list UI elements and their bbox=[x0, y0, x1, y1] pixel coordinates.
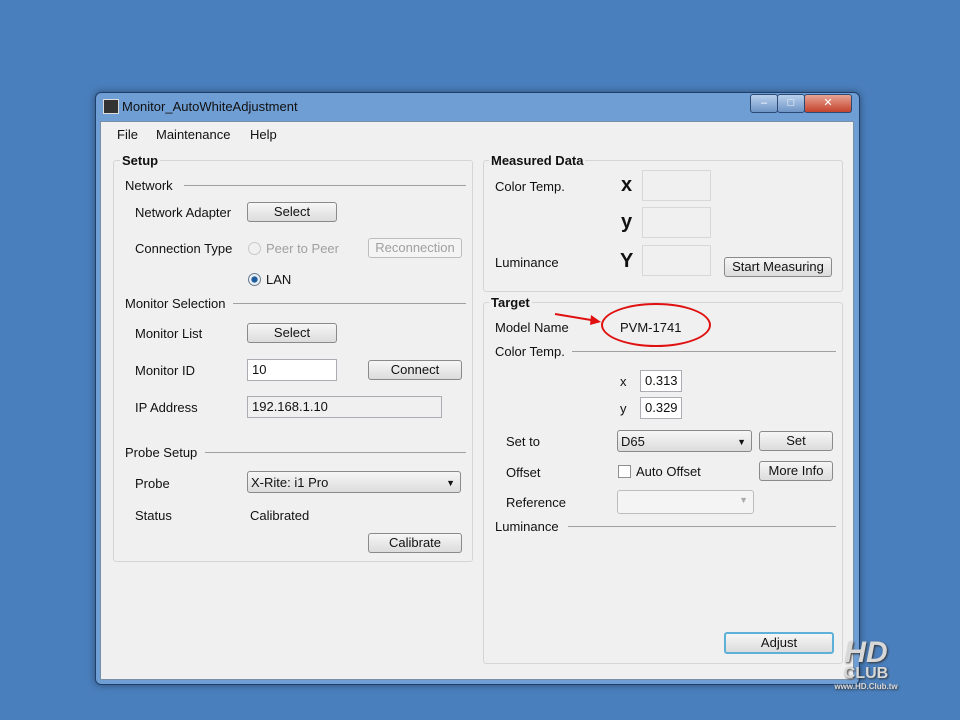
chevron-down-icon: ▼ bbox=[737, 437, 746, 447]
reconnection-button[interactable]: Reconnection bbox=[368, 238, 462, 258]
auto-offset-label: Auto Offset bbox=[636, 464, 701, 479]
annotation-arrow bbox=[554, 313, 601, 325]
chevron-down-icon: ▼ bbox=[446, 478, 455, 488]
minimize-button[interactable]: – bbox=[750, 94, 778, 113]
probe-value: X-Rite: i1 Pro bbox=[251, 475, 329, 490]
probe-setup-label: Probe Setup bbox=[125, 445, 198, 460]
app-icon bbox=[103, 99, 119, 114]
set-to-value: D65 bbox=[621, 434, 645, 449]
maximize-button[interactable]: □ bbox=[777, 94, 805, 113]
connect-button[interactable]: Connect bbox=[368, 360, 462, 380]
calibrate-button[interactable]: Calibrate bbox=[368, 533, 462, 553]
menu-file[interactable]: File bbox=[117, 127, 138, 142]
status-value: Calibrated bbox=[250, 508, 310, 523]
divider bbox=[572, 351, 836, 352]
divider bbox=[568, 526, 836, 527]
setup-title: Setup bbox=[120, 153, 161, 168]
menu-maintenance[interactable]: Maintenance bbox=[156, 127, 230, 142]
target-color-temp-label: Color Temp. bbox=[495, 344, 565, 359]
divider bbox=[184, 185, 466, 186]
target-luminance-label: Luminance bbox=[495, 519, 559, 534]
network-label: Network bbox=[125, 178, 173, 193]
monitor-selection-label: Monitor Selection bbox=[125, 296, 226, 311]
target-y-input[interactable]: 0.329 bbox=[640, 397, 682, 419]
measured-x-field bbox=[642, 170, 711, 201]
lan-label: LAN bbox=[266, 272, 292, 287]
measured-luminance-label: Luminance bbox=[495, 255, 559, 270]
probe-dropdown[interactable]: X-Rite: i1 Pro ▼ bbox=[247, 471, 461, 493]
hd-club-watermark-logo: HD CLUB www.HD.Club.tw bbox=[834, 636, 898, 692]
measured-color-temp-label: Color Temp. bbox=[495, 179, 565, 194]
peer-to-peer-radio[interactable] bbox=[248, 242, 261, 255]
monitor-id-input[interactable]: 10 bbox=[247, 359, 337, 381]
divider bbox=[233, 303, 466, 304]
measured-y-label: y bbox=[621, 211, 633, 233]
start-measuring-button[interactable]: Start Measuring bbox=[724, 257, 832, 277]
peer-to-peer-label: Peer to Peer bbox=[266, 241, 339, 256]
ip-address-field[interactable]: 192.168.1.10 bbox=[247, 396, 442, 418]
target-x-input[interactable]: 0.313 bbox=[640, 370, 682, 392]
ip-address-label: IP Address bbox=[135, 400, 198, 415]
network-adapter-label: Network Adapter bbox=[135, 205, 232, 220]
measured-data-title: Measured Data bbox=[489, 153, 586, 168]
set-to-label: Set to bbox=[506, 434, 540, 449]
window-title: Monitor_AutoWhiteAdjustment bbox=[122, 99, 298, 114]
measured-Y-label: Y bbox=[620, 250, 634, 272]
annotation-circle bbox=[601, 303, 711, 347]
monitor-list-label: Monitor List bbox=[135, 326, 203, 341]
chevron-down-icon: ▼ bbox=[739, 495, 748, 505]
menu-help[interactable]: Help bbox=[250, 127, 277, 142]
offset-label: Offset bbox=[506, 465, 541, 480]
lan-radio[interactable] bbox=[248, 273, 261, 286]
monitor-list-select-button[interactable]: Select bbox=[247, 323, 337, 343]
probe-label: Probe bbox=[135, 476, 170, 491]
network-adapter-select-button[interactable]: Select bbox=[247, 202, 337, 222]
close-button[interactable]: ✕ bbox=[804, 94, 852, 113]
reference-dropdown[interactable]: ▼ bbox=[617, 490, 754, 514]
target-y-label: y bbox=[620, 401, 627, 416]
target-x-label: x bbox=[620, 374, 627, 389]
set-button[interactable]: Set bbox=[759, 431, 833, 451]
more-info-button[interactable]: More Info bbox=[759, 461, 833, 481]
set-to-dropdown[interactable]: D65 ▼ bbox=[617, 430, 752, 452]
measured-x-label: x bbox=[621, 174, 633, 196]
measured-Y-field bbox=[642, 245, 711, 276]
target-title: Target bbox=[489, 295, 532, 310]
connection-type-label: Connection Type bbox=[135, 241, 233, 256]
auto-offset-checkbox[interactable] bbox=[618, 465, 631, 478]
monitor-id-label: Monitor ID bbox=[135, 363, 195, 378]
divider bbox=[205, 452, 466, 453]
status-label: Status bbox=[135, 508, 172, 523]
reference-label: Reference bbox=[506, 495, 566, 510]
adjust-button[interactable]: Adjust bbox=[724, 632, 834, 654]
measured-y-field bbox=[642, 207, 711, 238]
